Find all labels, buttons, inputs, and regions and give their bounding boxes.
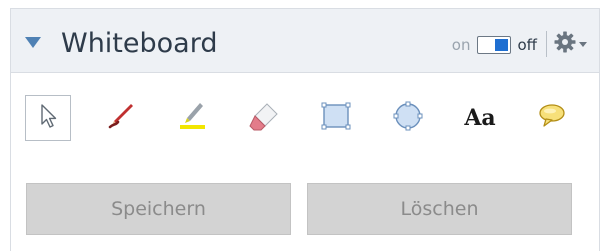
tool-text[interactable]: Aa: [457, 95, 503, 141]
speech-bubble-icon: [536, 101, 568, 135]
collapse-triangle-icon[interactable]: [25, 37, 41, 48]
tool-pen[interactable]: [97, 95, 143, 141]
highlighter-icon: [175, 99, 209, 137]
save-button[interactable]: Speichern: [26, 183, 291, 235]
chevron-down-icon: [579, 41, 587, 47]
gear-icon: [553, 30, 577, 58]
whiteboard-panel: Whiteboard on off Aa Speichern Löschen: [10, 8, 600, 251]
toggle-knob: [495, 39, 509, 51]
tool-comment[interactable]: [529, 95, 575, 141]
rectangle-icon: [319, 100, 353, 136]
on-off-toggle[interactable]: on off: [452, 33, 537, 57]
pen-icon: [104, 100, 136, 136]
toggle-on-label[interactable]: on: [452, 36, 471, 54]
settings-menu-button[interactable]: [553, 29, 593, 59]
toggle-off-label[interactable]: off: [517, 36, 537, 54]
tool-highlighter[interactable]: [169, 95, 215, 141]
header-divider: [546, 31, 547, 57]
tool-eraser[interactable]: [241, 95, 287, 141]
panel-title: Whiteboard: [61, 28, 218, 59]
toggle-switch[interactable]: [477, 36, 512, 54]
text-icon: Aa: [464, 105, 496, 131]
pointer-arrow-icon: [36, 102, 60, 134]
tool-palette: Aa: [25, 95, 575, 141]
tool-rectangle[interactable]: [313, 95, 359, 141]
delete-button[interactable]: Löschen: [307, 183, 572, 235]
tool-select[interactable]: [25, 95, 71, 141]
ellipse-icon: [391, 99, 425, 137]
panel-header: Whiteboard on off: [11, 8, 599, 73]
eraser-icon: [247, 100, 281, 136]
tool-ellipse[interactable]: [385, 95, 431, 141]
